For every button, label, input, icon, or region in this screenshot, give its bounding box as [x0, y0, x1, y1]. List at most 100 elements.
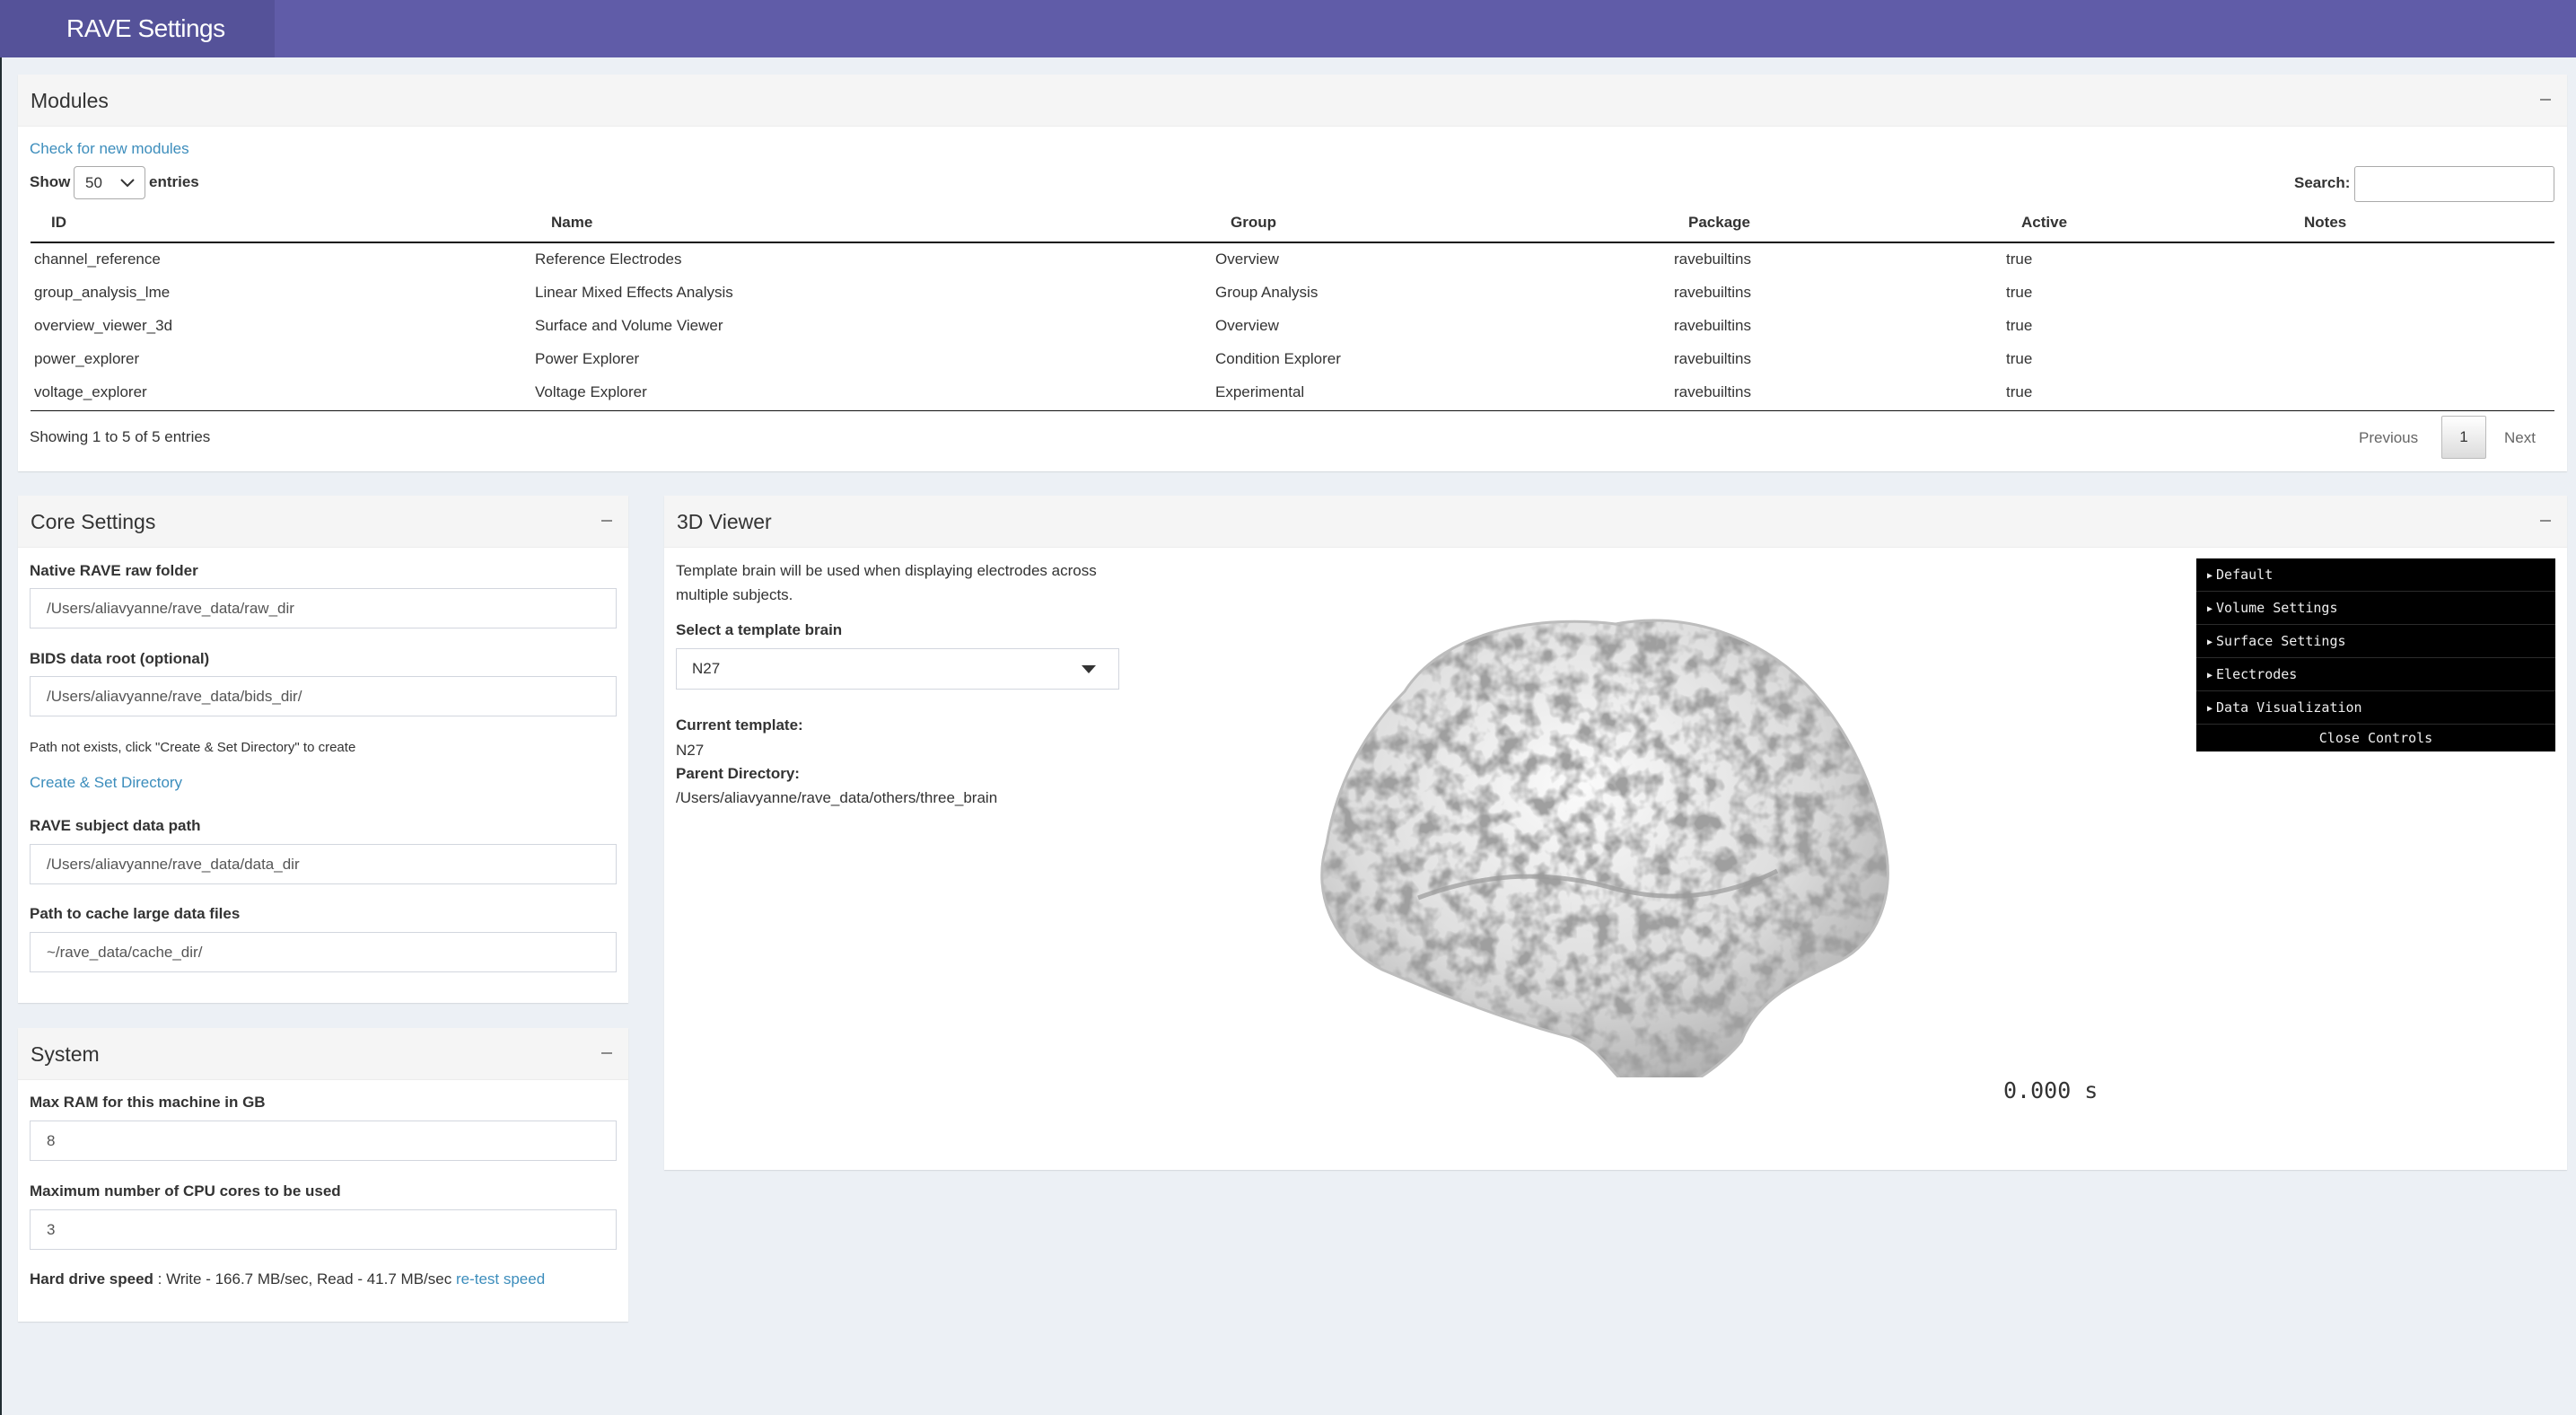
cell-name: Surface and Volume Viewer [535, 317, 723, 334]
table-row[interactable]: channel_reference Reference Electrodes O… [31, 242, 2554, 276]
cell-package: ravebuiltins [1674, 284, 1751, 301]
subject-data-path-label: RAVE subject data path [30, 817, 201, 834]
modules-title: Modules [31, 89, 109, 112]
create-set-directory-link[interactable]: Create & Set Directory [30, 774, 182, 792]
col-header-name[interactable]: Name [551, 214, 592, 232]
cell-active: true [2006, 350, 2033, 367]
cell-package: ravebuiltins [1674, 250, 1751, 268]
cpu-cores-label: Maximum number of CPU cores to be used [30, 1182, 341, 1200]
viewer-description-line2: multiple subjects. [676, 586, 793, 603]
bids-root-label: BIDS data root (optional) [30, 650, 210, 667]
control-folder-default[interactable]: ▶ Default [2196, 558, 2555, 592]
table-row[interactable]: group_analysis_lme Linear Mixed Effects … [31, 276, 2554, 309]
cell-group: Condition Explorer [1215, 350, 1341, 367]
sidebar-edge [0, 57, 2, 1415]
caret-right-icon: ▶ [2207, 604, 2213, 614]
modules-collapse-icon[interactable] [2537, 91, 2554, 109]
cell-package: ravebuiltins [1674, 383, 1751, 400]
max-ram-input[interactable]: 8 [30, 1121, 617, 1161]
table-row[interactable]: voltage_explorer Voltage Explorer Experi… [31, 375, 2554, 409]
cell-active: true [2006, 250, 2033, 268]
top-navbar: RAVE Settings [0, 0, 2576, 57]
pagination-page-1[interactable]: 1 [2441, 416, 2486, 459]
cache-path-label: Path to cache large data files [30, 905, 241, 922]
max-ram-label: Max RAM for this machine in GB [30, 1094, 266, 1111]
cell-package: ravebuiltins [1674, 350, 1751, 367]
current-template-label: Current template: [676, 716, 803, 734]
chevron-down-icon [120, 179, 135, 188]
viewer-collapse-icon[interactable] [2537, 512, 2554, 530]
cell-name: Voltage Explorer [535, 383, 647, 400]
cell-group: Overview [1215, 317, 1279, 334]
cpu-cores-input[interactable]: 3 [30, 1209, 617, 1250]
control-folder-label: Default [2216, 567, 2274, 583]
cell-name: Power Explorer [535, 350, 640, 367]
core-settings-header: Core Settings [18, 496, 628, 548]
search-input[interactable] [2354, 166, 2554, 202]
raw-folder-label: Native RAVE raw folder [30, 562, 198, 579]
brain-gyri-texture [1321, 620, 1888, 1077]
cache-path-input[interactable]: ~/rave_data/cache_dir/ [30, 932, 617, 972]
table-row[interactable]: power_explorer Power Explorer Condition … [31, 342, 2554, 375]
col-header-package[interactable]: Package [1688, 214, 1750, 232]
cell-group: Group Analysis [1215, 284, 1319, 301]
template-brain-select-value: N27 [692, 660, 721, 677]
col-header-group[interactable]: Group [1231, 214, 1276, 232]
modules-box-header: Modules [18, 75, 2567, 127]
close-controls-button[interactable]: Close Controls [2196, 725, 2555, 751]
app-title[interactable]: RAVE Settings [0, 0, 275, 57]
cell-id: overview_viewer_3d [34, 317, 173, 334]
control-folder-electrodes[interactable]: ▶ Electrodes [2196, 658, 2555, 691]
cell-id: channel_reference [34, 250, 161, 268]
control-folder-surface-settings[interactable]: ▶ Surface Settings [2196, 625, 2555, 658]
caret-right-icon: ▶ [2207, 637, 2213, 647]
control-folder-volume-settings[interactable]: ▶ Volume Settings [2196, 592, 2555, 625]
col-header-active[interactable]: Active [2021, 214, 2067, 232]
cell-id: power_explorer [34, 350, 140, 367]
viewer-title: 3D Viewer [677, 510, 772, 533]
table-info: Showing 1 to 5 of 5 entries [30, 428, 211, 445]
show-label: Show [30, 173, 71, 190]
control-folder-label: Volume Settings [2216, 600, 2338, 616]
control-folder-data-visualization[interactable]: ▶ Data Visualization [2196, 691, 2555, 725]
entries-select[interactable]: 50 [74, 166, 145, 199]
pagination-previous[interactable]: Previous [2359, 429, 2418, 447]
hard-drive-speed: Hard drive speed : Write - 166.7 MB/sec,… [30, 1270, 545, 1288]
system-collapse-icon[interactable] [598, 1044, 616, 1062]
current-template-value: N27 [676, 742, 705, 759]
cell-name: Reference Electrodes [535, 250, 682, 268]
control-folder-label: Electrodes [2216, 666, 2298, 682]
cell-id: voltage_explorer [34, 383, 147, 400]
caret-right-icon: ▶ [2207, 571, 2213, 581]
cell-group: Experimental [1215, 383, 1305, 400]
cell-name: Linear Mixed Effects Analysis [535, 284, 733, 301]
pagination-page-label: 1 [2459, 428, 2468, 445]
time-display: 0.000 s [2003, 1077, 2098, 1103]
cell-package: ravebuiltins [1674, 317, 1751, 334]
brain-3d-canvas[interactable] [1257, 575, 1975, 1077]
table-footer-divider [31, 410, 2554, 411]
col-header-id[interactable]: ID [51, 214, 66, 232]
system-title: System [31, 1042, 100, 1066]
pagination-next[interactable]: Next [2504, 429, 2536, 447]
viewer-header: 3D Viewer [664, 496, 2567, 548]
subject-data-path-input[interactable]: /Users/aliavyanne/rave_data/data_dir [30, 844, 617, 884]
template-brain-label: Select a template brain [676, 621, 843, 638]
retest-speed-link[interactable]: re-test speed [456, 1270, 545, 1288]
viewer-controls-panel: ▶ Default ▶ Volume Settings ▶ Surface Setti… [2196, 558, 2555, 751]
cell-group: Overview [1215, 250, 1279, 268]
hard-drive-speed-value: : Write - 166.7 MB/sec, Read - 41.7 MB/s… [153, 1270, 456, 1288]
col-header-notes[interactable]: Notes [2304, 214, 2346, 232]
template-brain-select[interactable]: N27 [676, 648, 1119, 690]
core-collapse-icon[interactable] [598, 512, 616, 530]
table-row[interactable]: overview_viewer_3d Surface and Volume Vi… [31, 309, 2554, 342]
search-label: Search: [2294, 174, 2351, 191]
caret-right-icon: ▶ [2207, 704, 2213, 714]
check-new-modules-link[interactable]: Check for new modules [30, 140, 189, 158]
entries-select-value: 50 [85, 174, 102, 191]
path-not-exists-note: Path not exists, click "Create & Set Dir… [30, 740, 356, 755]
bids-root-input[interactable]: /Users/aliavyanne/rave_data/bids_dir/ [30, 676, 617, 716]
entries-label: entries [149, 173, 199, 190]
control-folder-label: Data Visualization [2216, 699, 2362, 716]
raw-folder-input[interactable]: /Users/aliavyanne/rave_data/raw_dir [30, 588, 617, 628]
